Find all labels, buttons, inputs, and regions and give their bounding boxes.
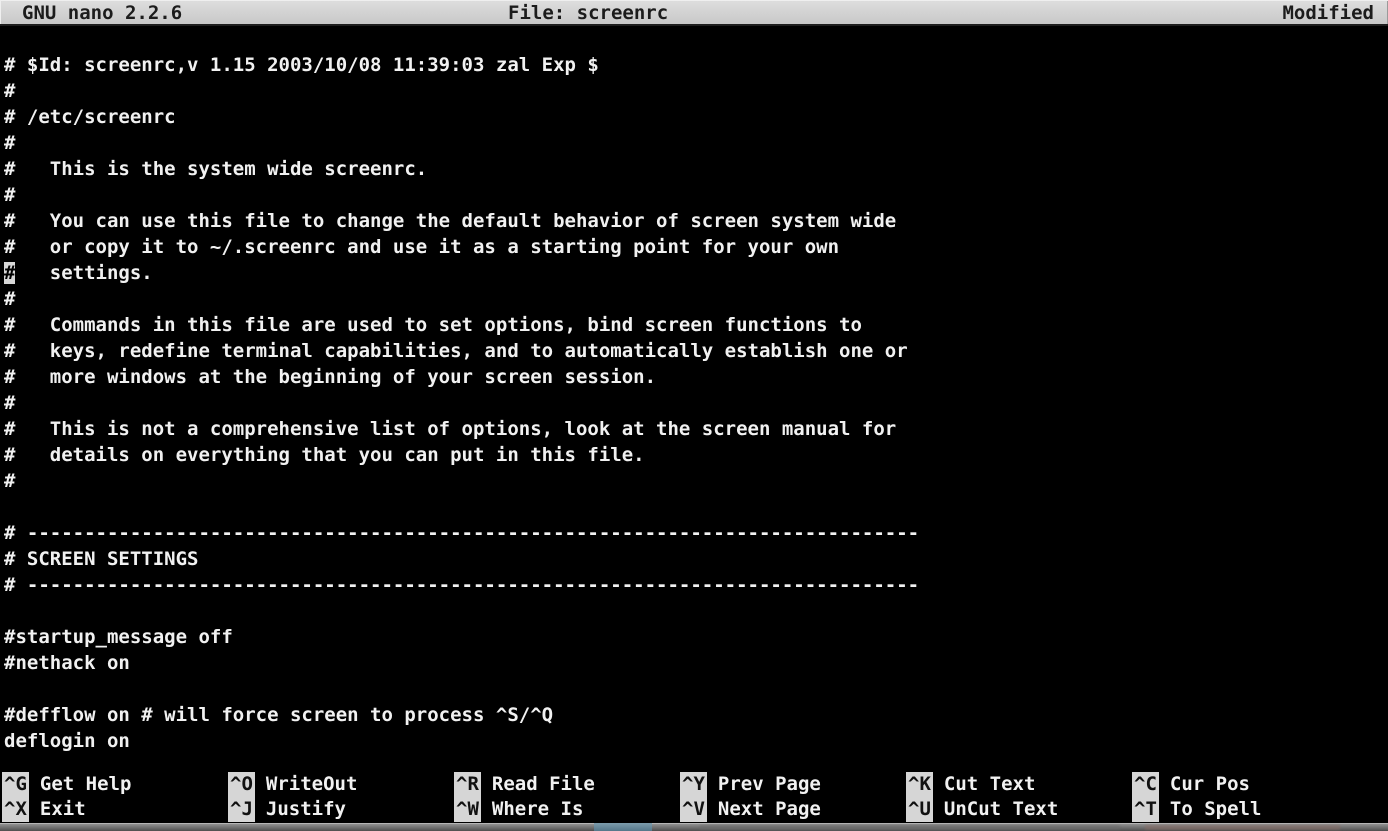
shortcut-label: Where Is [492, 798, 584, 820]
shortcut-cut-text: ^K Cut Text [906, 772, 1132, 797]
editor-line: # [4, 390, 1388, 416]
background-window-sliver [0, 823, 1388, 831]
file-name-label: File: screenrc [508, 1, 668, 25]
editor-line: # SCREEN SETTINGS [4, 546, 1388, 572]
shortcut-key-badge: ^X [2, 797, 29, 822]
shortcut-label: To Spell [1170, 798, 1262, 820]
shortcut-where-is: ^W Where Is [454, 797, 680, 822]
shortcut-label: WriteOut [266, 773, 358, 795]
shortcut-uncut-text: ^U UnCut Text [906, 797, 1132, 822]
shortcut-row: ^G Get Help ^O WriteOut ^R Read File ^Y Prev Pa… [2, 772, 1388, 797]
editor-line: # [4, 130, 1388, 156]
editor-line: # [4, 286, 1388, 312]
shortcut-prev-page: ^Y Prev Page [680, 772, 906, 797]
modified-indicator: Modified [1282, 1, 1374, 25]
editor-line: # --------------------------------------… [4, 520, 1388, 546]
shortcut-to-spell: ^T To Spell [1132, 797, 1388, 822]
shortcut-justify: ^J Justify [228, 797, 454, 822]
shortcut-key-badge: ^C [1132, 772, 1159, 797]
shortcut-read-file: ^R Read File [454, 772, 680, 797]
editor-line: # --------------------------------------… [4, 572, 1388, 598]
shortcut-label: Cut Text [944, 773, 1036, 795]
background-sliver-red [1145, 825, 1340, 830]
shortcut-label: UnCut Text [944, 798, 1058, 820]
shortcut-key-badge: ^O [228, 772, 255, 797]
shortcut-get-help: ^G Get Help [2, 772, 228, 797]
shortcut-key-badge: ^W [454, 797, 481, 822]
editor-line: # Commands in this file are used to set … [4, 312, 1388, 338]
editor-line: # [4, 78, 1388, 104]
editor-line: # settings. [4, 260, 1388, 286]
editor-line: # You can use this file to change the de… [4, 208, 1388, 234]
shortcut-key-badge: ^U [906, 797, 933, 822]
shortcut-row: ^X Exit ^J Justify ^W Where Is ^V Next Page ^U Un… [2, 797, 1388, 822]
background-sliver-smudge [700, 825, 1120, 830]
editor-line: # This is not a comprehensive list of op… [4, 416, 1388, 442]
editor-line: #nethack on [4, 650, 1388, 676]
shortcut-help-bar: ^G Get Help ^O WriteOut ^R Read File ^Y Prev Pa… [2, 772, 1388, 822]
editor-line [4, 676, 1388, 702]
editor-area[interactable]: # $Id: screenrc,v 1.15 2003/10/08 11:39:… [4, 52, 1388, 754]
terminal-window[interactable]: GNU nano 2.2.6 File: screenrc Modified #… [0, 0, 1388, 831]
shortcut-key-badge: ^V [680, 797, 707, 822]
shortcut-key-badge: ^R [454, 772, 481, 797]
shortcut-label: Get Help [40, 773, 132, 795]
editor-line: # or copy it to ~/.screenrc and use it a… [4, 234, 1388, 260]
nano-titlebar: GNU nano 2.2.6 File: screenrc Modified [0, 0, 1388, 26]
editor-line: # details on everything that you can put… [4, 442, 1388, 468]
background-sliver-blue [594, 823, 652, 831]
editor-line [4, 494, 1388, 520]
shortcut-label: Prev Page [718, 773, 821, 795]
editor-line: # /etc/screenrc [4, 104, 1388, 130]
shortcut-key-badge: ^K [906, 772, 933, 797]
editor-line [4, 598, 1388, 624]
editor-line: deflogin on [4, 728, 1388, 754]
shortcut-next-page: ^V Next Page [680, 797, 906, 822]
shortcut-label: Justify [266, 798, 346, 820]
shortcut-key-badge: ^J [228, 797, 255, 822]
editor-line: #startup_message off [4, 624, 1388, 650]
shortcut-label: Next Page [718, 798, 821, 820]
nano-version-label: GNU nano 2.2.6 [22, 1, 182, 25]
shortcut-writeout: ^O WriteOut [228, 772, 454, 797]
text-cursor: # [4, 262, 15, 284]
editor-line: # [4, 468, 1388, 494]
shortcut-key-badge: ^Y [680, 772, 707, 797]
shortcut-label: Exit [40, 798, 86, 820]
editor-line: #defflow on # will force screen to proce… [4, 702, 1388, 728]
shortcut-label: Cur Pos [1170, 773, 1250, 795]
shortcut-key-badge: ^T [1132, 797, 1159, 822]
editor-line: # more windows at the beginning of your … [4, 364, 1388, 390]
shortcut-exit: ^X Exit [2, 797, 228, 822]
shortcut-cur-pos: ^C Cur Pos [1132, 772, 1388, 797]
editor-line: # This is the system wide screenrc. [4, 156, 1388, 182]
editor-line: # keys, redefine terminal capabilities, … [4, 338, 1388, 364]
shortcut-key-badge: ^G [2, 772, 29, 797]
shortcut-label: Read File [492, 773, 595, 795]
editor-line: # $Id: screenrc,v 1.15 2003/10/08 11:39:… [4, 52, 1388, 78]
editor-line: # [4, 182, 1388, 208]
